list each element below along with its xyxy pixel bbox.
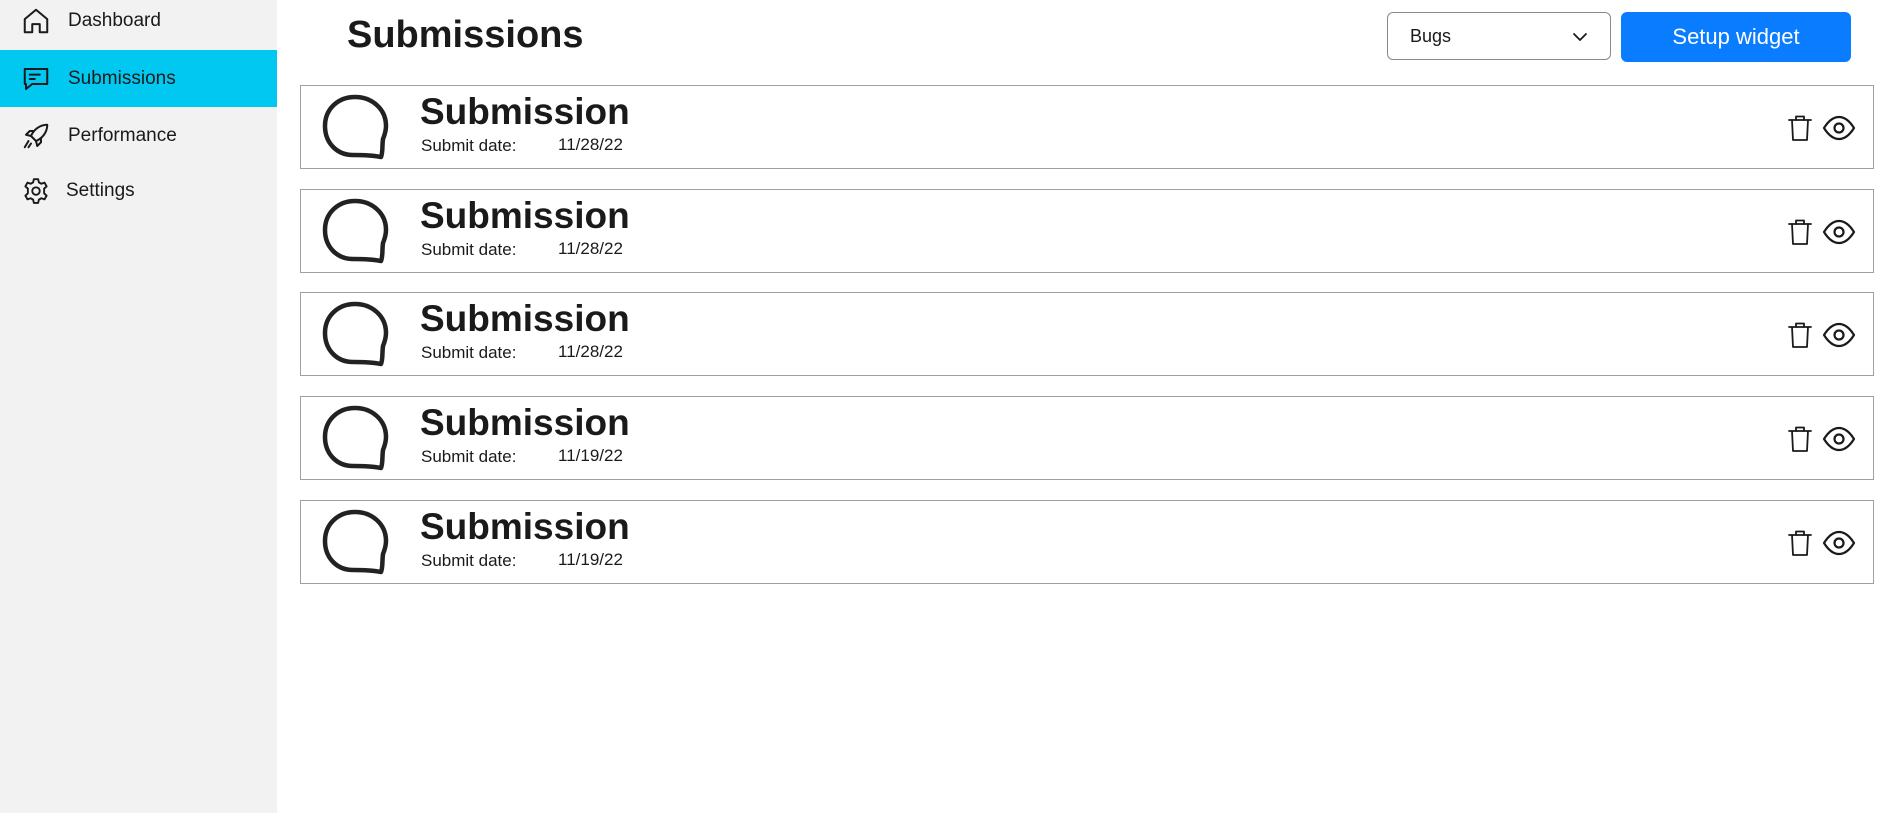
sidebar-item-label: Performance xyxy=(68,124,177,146)
eye-icon[interactable] xyxy=(1822,528,1856,558)
chat-bubble-icon xyxy=(322,405,389,471)
app: Dashboard Submissions Performance Settin… xyxy=(0,0,1889,813)
sidebar-item-label: Dashboard xyxy=(68,9,161,31)
chat-bubble-icon xyxy=(322,301,389,367)
submit-date-value: 11/28/22 xyxy=(558,135,623,154)
chevron-down-icon xyxy=(1573,33,1587,41)
trash-icon[interactable] xyxy=(1787,321,1813,349)
submit-date-label: Submit date: xyxy=(421,551,517,570)
rocket-icon xyxy=(20,120,52,152)
submission-title: Submission xyxy=(420,91,630,132)
sidebar-item-label: Submissions xyxy=(68,67,176,89)
trash-icon[interactable] xyxy=(1787,425,1813,453)
submission-card[interactable]: Submission Submit date: 11/28/22 xyxy=(300,292,1874,376)
submission-card[interactable]: Submission Submit date: 11/19/22 xyxy=(300,500,1874,584)
submit-date-label: Submit date: xyxy=(421,447,517,466)
eye-icon[interactable] xyxy=(1822,113,1856,143)
sidebar-item-submissions[interactable]: Submissions xyxy=(0,50,277,107)
eye-icon[interactable] xyxy=(1822,320,1856,350)
page-title: Submissions xyxy=(347,14,584,56)
sidebar-item-settings[interactable]: Settings xyxy=(0,162,277,219)
chat-bubble-icon xyxy=(322,94,389,160)
submit-date-value: 11/28/22 xyxy=(558,239,623,258)
submission-title: Submission xyxy=(420,506,630,547)
submit-date-label: Submit date: xyxy=(421,343,517,362)
sidebar: Dashboard Submissions Performance Settin… xyxy=(0,0,277,813)
submission-title: Submission xyxy=(420,298,630,339)
submission-title: Submission xyxy=(420,402,630,443)
submit-date-label: Submit date: xyxy=(421,136,517,155)
submit-date-value: 11/28/22 xyxy=(558,342,623,361)
submit-date-value: 11/19/22 xyxy=(558,446,623,465)
submit-date-value: 11/19/22 xyxy=(558,550,623,569)
submission-card[interactable]: Submission Submit date: 11/28/22 xyxy=(300,85,1874,169)
trash-icon[interactable] xyxy=(1787,529,1813,557)
chat-bubble-icon xyxy=(322,198,389,264)
chat-bubble-icon xyxy=(322,509,389,575)
filter-selected-value: Bugs xyxy=(1410,26,1452,46)
submit-date-label: Submit date: xyxy=(421,240,517,259)
submission-card[interactable]: Submission Submit date: 11/19/22 xyxy=(300,396,1874,480)
home-icon xyxy=(20,5,52,37)
trash-icon[interactable] xyxy=(1787,114,1813,142)
sidebar-item-performance[interactable]: Performance xyxy=(0,107,277,164)
eye-icon[interactable] xyxy=(1822,217,1856,247)
sidebar-item-dashboard[interactable]: Dashboard xyxy=(0,0,277,49)
submission-card[interactable]: Submission Submit date: 11/28/22 xyxy=(300,189,1874,273)
eye-icon[interactable] xyxy=(1822,424,1856,454)
sidebar-item-label: Settings xyxy=(66,179,135,201)
setup-widget-button[interactable]: Setup widget xyxy=(1621,12,1851,62)
trash-icon[interactable] xyxy=(1787,218,1813,246)
submission-title: Submission xyxy=(420,195,630,236)
message-square-icon xyxy=(20,63,52,95)
category-filter-select[interactable]: Bugs xyxy=(1387,12,1611,60)
gear-icon xyxy=(20,175,52,207)
